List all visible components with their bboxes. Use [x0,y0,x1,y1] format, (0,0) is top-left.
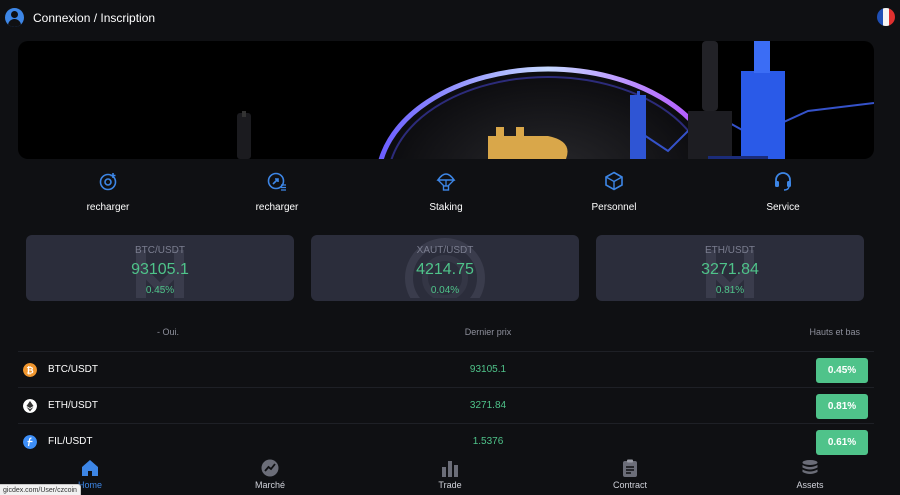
ticker-change: 0.04% [430,285,460,296]
ticker-change: 0.45% [145,285,175,296]
svg-text:₿: ₿ [26,366,33,377]
personal-icon [605,171,623,191]
nav-label: Assets [796,480,824,490]
nav-label: Contract [612,480,647,490]
ticker-pair: ETH/USDT [705,245,755,256]
row-symbol: ETH/USDT [48,400,98,411]
row-change-badge[interactable]: 0.45% [816,358,868,383]
assets-icon [802,460,818,474]
deposit-icon [99,173,117,191]
top-header: Connexion / Inscription [0,0,900,36]
trade-icon [442,461,458,477]
ticker-card-eth[interactable]: ETH/USDT 3271.84 0.81% [596,235,864,301]
eth-icon [23,399,37,413]
row-symbol: FIL/USDT [48,436,93,447]
ticker-pair: XAUT/USDT [416,245,474,256]
login-register-link[interactable]: Connexion / Inscription [33,11,155,25]
ticker-change: 0.81% [715,285,745,296]
withdraw-action[interactable]: recharger [217,168,337,218]
market-row-fil[interactable]: FIL/USDT 1.5376 0.61% [18,423,874,459]
market-row-btc[interactable]: ₿ BTC/USDT 93105.1 0.45% [18,351,874,387]
nav-label: Trade [438,480,462,490]
fil-icon [23,435,37,449]
col-header-name: - Oui. [157,327,180,337]
market-row-eth[interactable]: ETH/USDT 3271.84 0.81% [18,387,874,423]
nav-trade[interactable]: Trade [410,455,490,495]
service-label: Service [766,202,800,213]
ticker-card-xaut[interactable]: XAUT/USDT 4214.75 0.04% [311,235,579,301]
promo-banner[interactable] [18,41,874,159]
row-last-price: 3271.84 [469,400,507,411]
deposit-label: recharger [86,202,130,213]
nav-contract[interactable]: Contract [590,455,670,495]
ticker-pair: BTC/USDT [135,245,185,256]
row-last-price: 93105.1 [469,364,507,375]
ticker-price: 93105.1 [131,261,189,278]
contract-icon [623,459,637,477]
col-header-change: Hauts et bas [809,327,860,337]
personal-action[interactable]: Personnel [554,168,674,218]
home-icon [82,460,98,476]
row-change-badge[interactable]: 0.81% [816,394,868,419]
personal-label: Personnel [591,202,637,213]
withdraw-icon [267,172,286,191]
staking-label: Staking [429,202,463,213]
nav-assets[interactable]: Assets [770,455,850,495]
nav-market[interactable]: Marché [230,455,310,495]
service-action[interactable]: Service [723,168,843,218]
btc-icon: ₿ [23,363,37,377]
staking-icon [436,173,456,191]
ticker-price: 3271.84 [701,261,759,278]
row-symbol: BTC/USDT [48,364,98,375]
ticker-price: 4214.75 [416,261,474,278]
bottom-nav: Home Marché Trade Contract Assets [0,455,900,495]
headset-icon [775,172,791,191]
market-icon [261,459,279,477]
row-last-price: 1.5376 [472,436,504,447]
row-change-badge[interactable]: 0.61% [816,430,868,455]
col-header-last: Dernier prix [464,327,512,337]
staking-action[interactable]: Staking [386,168,506,218]
nav-label: Marché [254,480,285,490]
france-flag-icon[interactable] [877,8,895,26]
ticker-card-btc[interactable]: BTC/USDT 93105.1 0.45% [26,235,294,301]
user-avatar-icon[interactable] [5,8,24,27]
withdraw-label: recharger [255,202,299,213]
quick-actions: recharger recharger Staking Personnel Se… [18,168,874,218]
status-url-tooltip: gicdex.com/User/czcoin [0,484,81,495]
deposit-action[interactable]: recharger [48,168,168,218]
